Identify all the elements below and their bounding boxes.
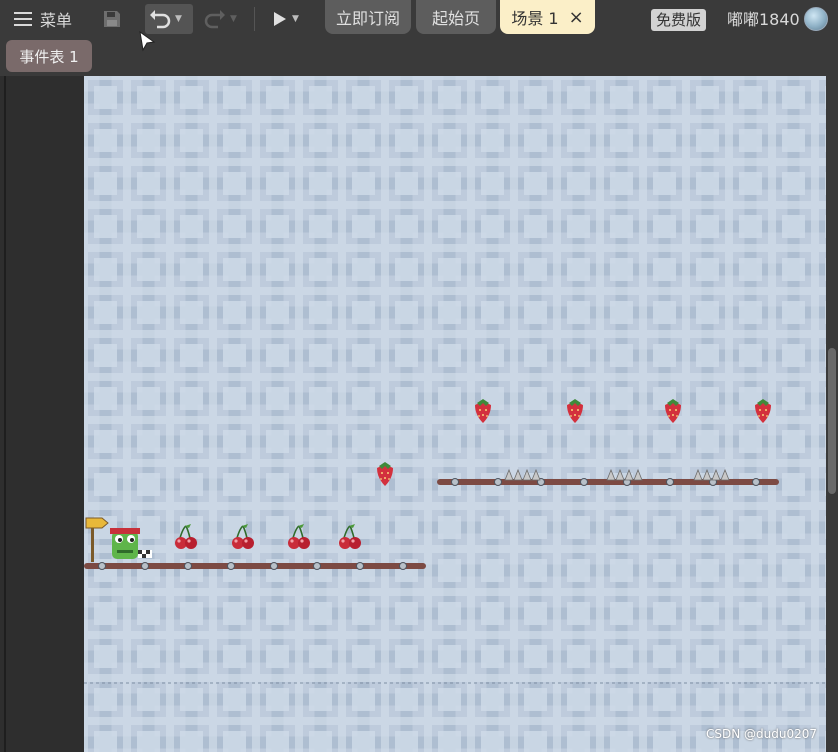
tab-scene-1[interactable]: 场景 1 × [500, 0, 595, 34]
avatar[interactable] [804, 7, 828, 31]
undo-dropdown-caret[interactable]: ▼ [175, 14, 182, 24]
tab-label: 场景 1 [511, 9, 559, 28]
free-version-badge[interactable]: 免费版 [651, 9, 707, 31]
play-icon [274, 12, 286, 26]
close-icon[interactable]: × [569, 7, 584, 28]
menu-label: 菜单 [40, 11, 73, 30]
scrollbar-thumb[interactable] [828, 348, 836, 494]
platform-lower[interactable] [84, 562, 426, 570]
main-toolbar: 菜单 ▼ ▼ ▼ 立即订阅 起始页 场景 1 × 免费版 嘟嘟1840 [0, 0, 838, 38]
tab-subscribe[interactable]: 立即订阅 [325, 0, 411, 34]
tab-start-page[interactable]: 起始页 [416, 0, 496, 34]
menu-button[interactable]: 菜单 [14, 6, 72, 32]
secondary-tab-row: 事件表 1 [0, 38, 838, 76]
mouse-cursor-icon [139, 30, 156, 52]
tab-label: 起始页 [431, 9, 480, 28]
toolbar-divider [254, 7, 255, 31]
hamburger-icon [14, 12, 32, 26]
username[interactable]: 嘟嘟1840 [727, 9, 800, 31]
preview-button[interactable]: ▼ [268, 4, 308, 34]
redo-button[interactable]: ▼ [200, 4, 244, 34]
save-button[interactable] [102, 9, 122, 29]
scene-canvas[interactable] [84, 76, 826, 752]
tab-event-sheet-1[interactable]: 事件表 1 [6, 40, 92, 72]
tab-label: 立即订阅 [335, 9, 400, 28]
save-icon [104, 11, 120, 27]
tab-label: 事件表 1 [19, 47, 79, 66]
vertical-scrollbar[interactable] [826, 76, 838, 752]
layout-margin [0, 76, 84, 752]
redo-dropdown-caret[interactable]: ▼ [230, 14, 237, 24]
preview-dropdown-caret[interactable]: ▼ [292, 14, 299, 24]
redo-icon [204, 10, 225, 29]
scene-view[interactable] [84, 76, 826, 752]
watermark: CSDN @dudu0207 [706, 727, 818, 741]
